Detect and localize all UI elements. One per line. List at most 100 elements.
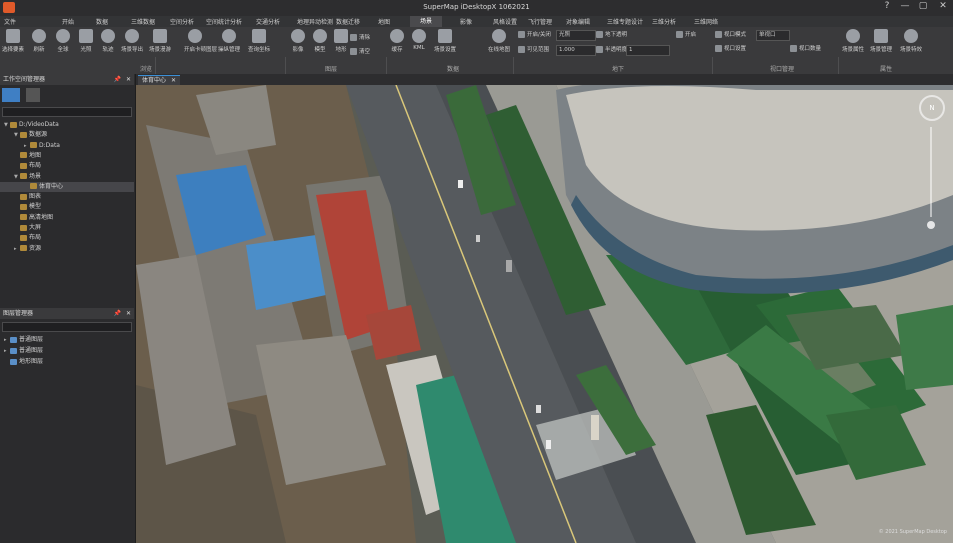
tree-item[interactable]: ▼ 数据源 (0, 130, 134, 140)
ribbon-button-kml[interactable]: KML (408, 29, 430, 51)
ribbon-button-select[interactable]: 选择要素 (2, 29, 24, 53)
resource-view-tab[interactable] (26, 88, 40, 102)
ribbon-small-button[interactable]: 视口模式 (715, 30, 746, 38)
ribbon-button-export[interactable]: 场景导出 (121, 29, 143, 53)
help-button[interactable]: ? (878, 1, 896, 14)
ribbon-button-model[interactable]: 模型 (309, 29, 331, 53)
tree-item[interactable]: 大屏 (0, 223, 134, 233)
ribbon-button-track[interactable]: 轨迹 (97, 29, 119, 53)
tree-item[interactable]: ▼ 场景 (0, 172, 134, 182)
refresh-icon (32, 29, 46, 43)
tab-scene-label: 体育中心 (142, 77, 167, 84)
ribbon-button-refresh[interactable]: 刷新 (28, 29, 50, 53)
layer-icon (10, 358, 17, 365)
ribbon-button-scene-attr[interactable]: 场景属性 (842, 29, 864, 53)
menu-item[interactable]: 文件 (4, 17, 16, 26)
tree-item[interactable]: 布局 (0, 233, 134, 243)
menu-item[interactable]: 地理异动检测 (297, 17, 333, 26)
ribbon-button-globe[interactable]: 全球 (52, 29, 74, 53)
tree-item[interactable]: 地图 (0, 151, 134, 161)
pin-icon[interactable]: 📌 (114, 308, 121, 319)
ribbon-button-online-map[interactable]: 在线地图 (488, 29, 510, 53)
compass-icon[interactable]: N (919, 95, 945, 121)
kml-icon (412, 29, 426, 43)
small-button-label: 开启 (685, 32, 697, 38)
tree-item[interactable]: 图表 (0, 192, 134, 202)
workspace-panel-header: 工作空间管理器 📌 ✕ (0, 74, 134, 85)
ribbon-button-terrain[interactable]: 地形 (330, 29, 352, 53)
menu-item[interactable]: 空间统计分析 (206, 17, 242, 26)
zoom-slider-handle[interactable] (927, 221, 935, 229)
workspace-search-input[interactable] (2, 107, 132, 117)
ribbon-button-cache[interactable]: 缓存 (386, 29, 408, 53)
small-button-label: 半透明度 (605, 47, 628, 53)
folder-icon (20, 234, 27, 241)
ribbon-button-image[interactable]: 影像 (287, 29, 309, 53)
layer-search-input[interactable] (2, 322, 132, 332)
opacity-select[interactable]: 1 (626, 45, 670, 56)
ribbon-small-button[interactable]: 视口设置 (715, 44, 746, 52)
ribbon-button-layer[interactable]: 开启卡顿图层 (184, 29, 218, 53)
tree-item-label: 高清地图 (29, 213, 54, 221)
layer-item[interactable]: ▸ 普通图层 (0, 346, 134, 356)
ribbon-button-scene-mgmt[interactable]: 场景管理 (870, 29, 892, 53)
minimize-button[interactable]: — (896, 1, 914, 14)
ribbon-button-label: 开启卡顿图层 (184, 47, 218, 53)
viewport-select[interactable]: 单视口 (756, 30, 790, 41)
ribbon-button-manage[interactable]: 操纵管理 (218, 29, 240, 53)
model-icon (313, 29, 327, 43)
close-panel-button[interactable]: ✕ (126, 74, 131, 85)
menu-item[interactable]: 风格设置 (493, 17, 517, 26)
layer-item[interactable]: 地形图层 (0, 357, 134, 367)
menu-item[interactable]: 开始 (62, 17, 74, 26)
tree-item[interactable]: ▸ 资源 (0, 244, 134, 254)
ribbon-small-button[interactable]: 清除 (350, 33, 370, 41)
ribbon-button-scene-fx[interactable]: 场景特效 (900, 29, 922, 53)
ribbon-small-button[interactable]: 地下透明 (596, 30, 627, 38)
ribbon-button-coordinate[interactable]: 查询坐标 (248, 29, 270, 53)
ribbon-button-roam[interactable]: 场景漫游 (149, 29, 171, 53)
transparency-select[interactable]: 1.000 (556, 45, 596, 56)
ribbon-small-button[interactable]: 清空 (350, 47, 370, 55)
ribbon-button-label: 缓存 (391, 47, 403, 53)
menu-item[interactable]: 三维网络 (694, 17, 718, 26)
tree-item[interactable]: ▸ D:Data (0, 141, 134, 151)
tree-item[interactable]: 体育中心 (0, 181, 134, 192)
menu-item[interactable]: 三维数据 (131, 17, 155, 26)
zoom-slider[interactable] (930, 127, 932, 217)
menu-item[interactable]: 三维分析 (652, 17, 676, 26)
layer-item[interactable]: ▸ 普通图层 (0, 335, 134, 345)
menu-item[interactable]: 三维专题设计 (607, 17, 643, 26)
menu-item[interactable]: 场景 (410, 16, 443, 27)
ribbon-button-sun[interactable]: 光照 (75, 29, 97, 53)
ribbon-small-button[interactable]: 可见范围 (518, 45, 549, 53)
tree-item[interactable]: 高清地图 (0, 213, 134, 223)
close-panel-button[interactable]: ✕ (126, 308, 131, 319)
ribbon-small-button[interactable]: 开启 (676, 30, 696, 38)
ribbon-small-button[interactable]: 开启/关闭 (518, 30, 551, 38)
scene-view[interactable]: N © 2021 SuperMap Desktop (136, 85, 953, 543)
tree-item-label: 布局 (29, 234, 42, 242)
tree-item[interactable]: 模型 (0, 202, 134, 212)
menu-item[interactable]: 数据 (96, 17, 108, 26)
ribbon-small-button[interactable]: 半透明度 (596, 45, 627, 53)
tab-close-icon[interactable]: ✕ (171, 77, 176, 84)
workspace-view-tab[interactable] (2, 88, 20, 102)
tree-item-label: 大屏 (29, 224, 42, 231)
menu-item[interactable]: 飞行管理 (528, 17, 552, 26)
menu-item[interactable]: 对象编辑 (566, 17, 590, 26)
menu-item[interactable]: 数据迁移 (336, 17, 360, 26)
tree-item[interactable]: 布局 (0, 161, 134, 171)
ribbon-small-button[interactable]: 视口数量 (790, 44, 821, 52)
maximize-button[interactable]: ▢ (914, 1, 932, 14)
menu-item[interactable]: 空间分析 (170, 17, 194, 26)
underground-select[interactable]: 光照 (556, 30, 596, 41)
pin-icon[interactable]: 📌 (114, 74, 121, 85)
menu-item[interactable]: 交通分析 (256, 17, 280, 26)
tree-item[interactable]: ▼ D:/VideoData (0, 120, 134, 130)
sun-icon (79, 29, 93, 43)
menu-item[interactable]: 影像 (460, 17, 472, 26)
ribbon-button-scene-settings[interactable]: 场景设置 (434, 29, 456, 53)
menu-item[interactable]: 地图 (378, 17, 390, 26)
close-button[interactable]: ✕ (934, 1, 952, 14)
